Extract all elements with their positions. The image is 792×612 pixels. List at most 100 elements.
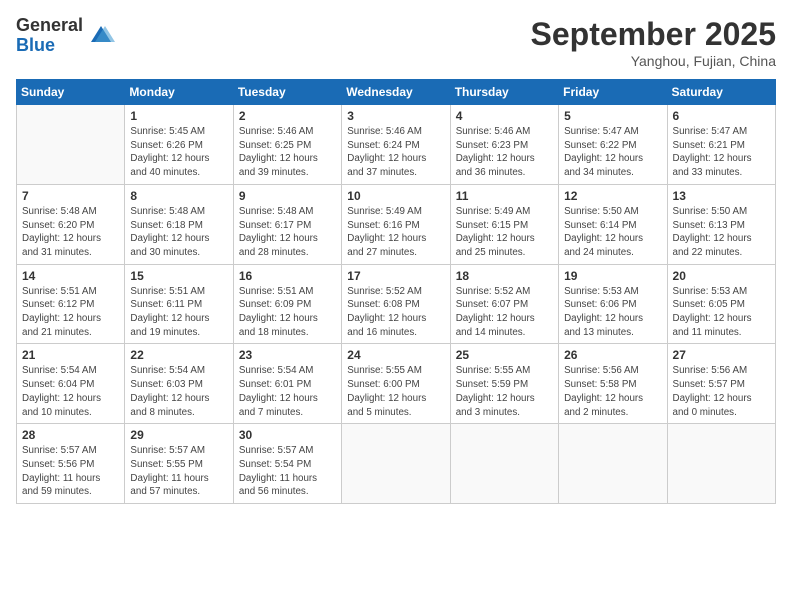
- day-info: Sunrise: 5:48 AM Sunset: 6:17 PM Dayligh…: [239, 205, 336, 260]
- day-number: 11: [456, 189, 553, 203]
- day-number: 25: [456, 348, 553, 362]
- calendar-cell: [667, 424, 775, 504]
- day-info: Sunrise: 5:51 AM Sunset: 6:11 PM Dayligh…: [130, 285, 227, 340]
- day-info: Sunrise: 5:55 AM Sunset: 6:00 PM Dayligh…: [347, 364, 444, 419]
- day-info: Sunrise: 5:46 AM Sunset: 6:23 PM Dayligh…: [456, 125, 553, 180]
- day-number: 20: [673, 269, 770, 283]
- day-number: 15: [130, 269, 227, 283]
- calendar-week-5: 28Sunrise: 5:57 AM Sunset: 5:56 PM Dayli…: [17, 424, 776, 504]
- calendar-cell: 25 Sunrise: 5:55 AM Sunset: 5:59 PM Dayli…: [450, 344, 558, 424]
- calendar-cell: 22 Sunrise: 5:54 AM Sunset: 6:03 PM Dayli…: [125, 344, 233, 424]
- day-info: Sunrise: 5:51 AM Sunset: 6:09 PM Dayligh…: [239, 285, 336, 340]
- day-info: Sunrise: 5:54 AM Sunset: 6:04 PM Dayligh…: [22, 364, 119, 419]
- calendar-cell: 13Sunrise: 5:50 AM Sunset: 6:13 PM Dayli…: [667, 184, 775, 264]
- weekday-header-tuesday: Tuesday: [233, 80, 341, 105]
- calendar-cell: 30 Sunrise: 5:57 AM Sunset: 5:54 PM Dayli…: [233, 424, 341, 504]
- calendar-cell: 29 Sunrise: 5:57 AM Sunset: 5:55 PM Dayli…: [125, 424, 233, 504]
- day-number: 10: [347, 189, 444, 203]
- day-number: 16: [239, 269, 336, 283]
- day-info: Sunrise: 5:47 AM Sunset: 6:21 PM Dayligh…: [673, 125, 770, 180]
- day-info: Sunrise: 5:47 AM Sunset: 6:22 PM Dayligh…: [564, 125, 661, 180]
- day-number: 29: [130, 428, 227, 442]
- day-number: 14: [22, 269, 119, 283]
- calendar-cell: 11 Sunrise: 5:49 AM Sunset: 6:15 PM Dayli…: [450, 184, 558, 264]
- calendar-cell: 1 Sunrise: 5:45 AM Sunset: 6:26 PM Daylig…: [125, 105, 233, 185]
- day-info: Sunrise: 5:56 AM Sunset: 5:57 PM Dayligh…: [673, 364, 770, 419]
- calendar-week-1: 1 Sunrise: 5:45 AM Sunset: 6:26 PM Daylig…: [17, 105, 776, 185]
- calendar-cell: 5 Sunrise: 5:47 AM Sunset: 6:22 PM Daylig…: [559, 105, 667, 185]
- location: Yanghou, Fujian, China: [531, 53, 776, 69]
- day-number: 6: [673, 109, 770, 123]
- day-info: Sunrise: 5:46 AM Sunset: 6:25 PM Dayligh…: [239, 125, 336, 180]
- calendar-cell: 8Sunrise: 5:48 AM Sunset: 6:18 PM Daylig…: [125, 184, 233, 264]
- day-number: 9: [239, 189, 336, 203]
- calendar-cell: 21 Sunrise: 5:54 AM Sunset: 6:04 PM Dayli…: [17, 344, 125, 424]
- logo-icon: [87, 22, 115, 50]
- calendar-cell: [450, 424, 558, 504]
- calendar-cell: 17 Sunrise: 5:52 AM Sunset: 6:08 PM Dayli…: [342, 264, 450, 344]
- day-number: 24: [347, 348, 444, 362]
- calendar-cell: 27 Sunrise: 5:56 AM Sunset: 5:57 PM Dayli…: [667, 344, 775, 424]
- calendar-cell: 23Sunrise: 5:54 AM Sunset: 6:01 PM Dayli…: [233, 344, 341, 424]
- logo: General Blue: [16, 16, 115, 56]
- calendar-cell: 2 Sunrise: 5:46 AM Sunset: 6:25 PM Daylig…: [233, 105, 341, 185]
- calendar-cell: 26Sunrise: 5:56 AM Sunset: 5:58 PM Dayli…: [559, 344, 667, 424]
- day-info: Sunrise: 5:53 AM Sunset: 6:05 PM Dayligh…: [673, 285, 770, 340]
- calendar-cell: 16 Sunrise: 5:51 AM Sunset: 6:09 PM Dayli…: [233, 264, 341, 344]
- day-number: 26: [564, 348, 661, 362]
- calendar-cell: 15 Sunrise: 5:51 AM Sunset: 6:11 PM Dayli…: [125, 264, 233, 344]
- calendar-cell: [342, 424, 450, 504]
- day-number: 4: [456, 109, 553, 123]
- weekday-header-wednesday: Wednesday: [342, 80, 450, 105]
- day-info: Sunrise: 5:52 AM Sunset: 6:08 PM Dayligh…: [347, 285, 444, 340]
- logo-blue-text: Blue: [16, 36, 83, 56]
- day-number: 19: [564, 269, 661, 283]
- calendar-cell: 20 Sunrise: 5:53 AM Sunset: 6:05 PM Dayli…: [667, 264, 775, 344]
- day-info: Sunrise: 5:49 AM Sunset: 6:16 PM Dayligh…: [347, 205, 444, 260]
- calendar-cell: 9 Sunrise: 5:48 AM Sunset: 6:17 PM Daylig…: [233, 184, 341, 264]
- day-info: Sunrise: 5:57 AM Sunset: 5:56 PM Dayligh…: [22, 444, 119, 499]
- calendar-cell: 10 Sunrise: 5:49 AM Sunset: 6:16 PM Dayli…: [342, 184, 450, 264]
- calendar-cell: 12 Sunrise: 5:50 AM Sunset: 6:14 PM Dayli…: [559, 184, 667, 264]
- day-info: Sunrise: 5:57 AM Sunset: 5:54 PM Dayligh…: [239, 444, 336, 499]
- day-number: 21: [22, 348, 119, 362]
- day-number: 23: [239, 348, 336, 362]
- month-title: September 2025: [531, 16, 776, 53]
- day-info: Sunrise: 5:49 AM Sunset: 6:15 PM Dayligh…: [456, 205, 553, 260]
- day-number: 30: [239, 428, 336, 442]
- calendar-cell: 18Sunrise: 5:52 AM Sunset: 6:07 PM Dayli…: [450, 264, 558, 344]
- calendar-week-4: 21 Sunrise: 5:54 AM Sunset: 6:04 PM Dayli…: [17, 344, 776, 424]
- day-info: Sunrise: 5:57 AM Sunset: 5:55 PM Dayligh…: [130, 444, 227, 499]
- calendar-cell: 24 Sunrise: 5:55 AM Sunset: 6:00 PM Dayli…: [342, 344, 450, 424]
- day-info: Sunrise: 5:54 AM Sunset: 6:03 PM Dayligh…: [130, 364, 227, 419]
- weekday-header-monday: Monday: [125, 80, 233, 105]
- calendar-cell: 3 Sunrise: 5:46 AM Sunset: 6:24 PM Daylig…: [342, 105, 450, 185]
- day-info: Sunrise: 5:45 AM Sunset: 6:26 PM Dayligh…: [130, 125, 227, 180]
- weekday-header-thursday: Thursday: [450, 80, 558, 105]
- calendar-table: SundayMondayTuesdayWednesdayThursdayFrid…: [16, 79, 776, 504]
- day-number: 3: [347, 109, 444, 123]
- day-number: 18: [456, 269, 553, 283]
- day-number: 8: [130, 189, 227, 203]
- day-number: 17: [347, 269, 444, 283]
- day-info: Sunrise: 5:50 AM Sunset: 6:14 PM Dayligh…: [564, 205, 661, 260]
- day-number: 1: [130, 109, 227, 123]
- weekday-header-saturday: Saturday: [667, 80, 775, 105]
- calendar-week-3: 14 Sunrise: 5:51 AM Sunset: 6:12 PM Dayli…: [17, 264, 776, 344]
- day-number: 22: [130, 348, 227, 362]
- calendar-cell: 7Sunrise: 5:48 AM Sunset: 6:20 PM Daylig…: [17, 184, 125, 264]
- day-number: 5: [564, 109, 661, 123]
- day-number: 27: [673, 348, 770, 362]
- title-block: September 2025 Yanghou, Fujian, China: [531, 16, 776, 69]
- day-info: Sunrise: 5:46 AM Sunset: 6:24 PM Dayligh…: [347, 125, 444, 180]
- day-number: 2: [239, 109, 336, 123]
- day-number: 12: [564, 189, 661, 203]
- day-info: Sunrise: 5:51 AM Sunset: 6:12 PM Dayligh…: [22, 285, 119, 340]
- calendar-cell: 28Sunrise: 5:57 AM Sunset: 5:56 PM Dayli…: [17, 424, 125, 504]
- day-info: Sunrise: 5:53 AM Sunset: 6:06 PM Dayligh…: [564, 285, 661, 340]
- calendar-cell: 4 Sunrise: 5:46 AM Sunset: 6:23 PM Daylig…: [450, 105, 558, 185]
- day-number: 7: [22, 189, 119, 203]
- day-info: Sunrise: 5:55 AM Sunset: 5:59 PM Dayligh…: [456, 364, 553, 419]
- day-number: 13: [673, 189, 770, 203]
- calendar-week-2: 7Sunrise: 5:48 AM Sunset: 6:20 PM Daylig…: [17, 184, 776, 264]
